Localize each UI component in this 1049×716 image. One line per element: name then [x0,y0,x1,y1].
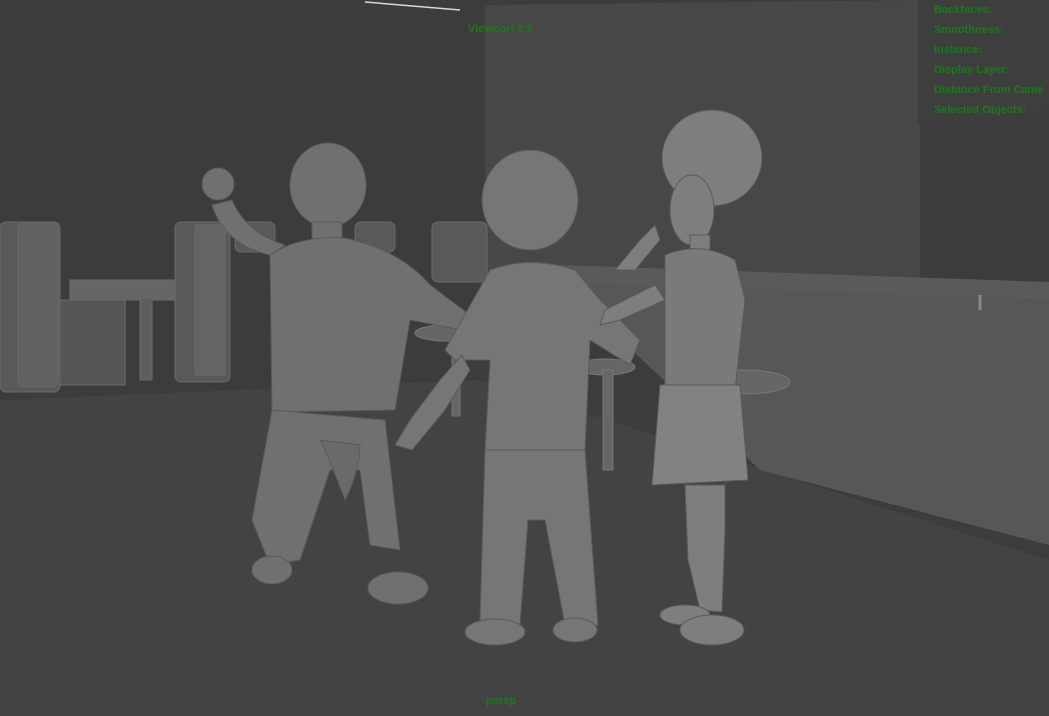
hud-selected-objects: Selected Objects: [934,104,1027,116]
camera-name-label: persp [486,695,516,707]
hud-display-layer: Display Layer: [934,64,1010,76]
maya-viewport[interactable]: Viewport 2.0 Backfaces: Smoothness: Inst… [0,0,1049,716]
heads-up-display: Backfaces: Smoothness: Instance: Display… [934,0,1049,120]
hud-smoothness: Smoothness: [934,24,1004,36]
scene-render[interactable] [0,0,1049,716]
hud-distance-from-camera: Distance From Came [934,84,1044,96]
hud-backfaces: Backfaces: [934,4,993,16]
hud-instance: Instance: [934,44,983,56]
renderer-label: Viewport 2.0 [468,23,533,35]
